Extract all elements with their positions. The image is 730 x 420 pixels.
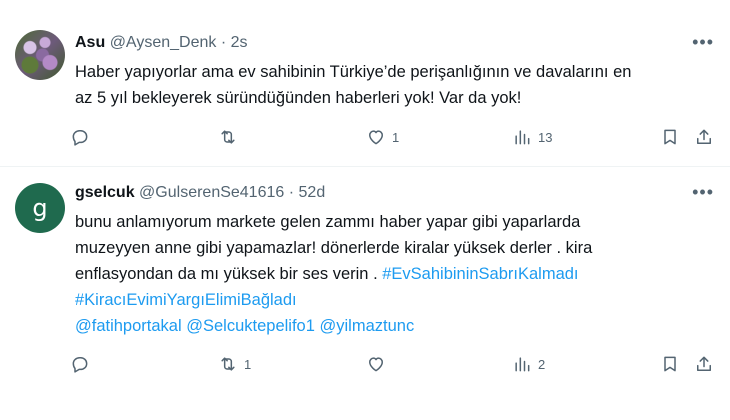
timestamp[interactable]: 2s [231,34,248,51]
tweet-text: bunu anlamıyorum markete gelen zammı hab… [75,209,715,339]
tweet-text-line: @fatihportakal @Selcuktepelifo1 @yilmazt… [75,313,715,339]
bookmark-icon [664,356,676,372]
avatar[interactable] [15,30,65,80]
retweet-count: 1 [244,356,252,372]
tweet-text-line: #KiracıEvimiYargıElimiBağladı [75,287,715,313]
tweet-text-line: bunu anlamıyorum markete gelen zammı hab… [75,213,581,231]
avatar-letter: g [15,183,65,233]
retweet-button[interactable]: 1 [218,354,251,374]
share-icon [697,129,711,144]
reply-button[interactable] [70,127,96,147]
avatar[interactable]: g [15,183,65,233]
reply-button[interactable] [70,354,96,374]
share-button[interactable] [694,127,714,147]
tweet-header: gselcuk @GulserenSe41616 · 52d [75,184,325,202]
mention-link[interactable]: @Selcuktepelifo1 [186,317,315,335]
tweet-text-line: enflasyondan da mı yüksek bir ses verin … [75,261,715,287]
share-icon [697,356,711,371]
like-button[interactable] [366,354,392,374]
hashtag-link[interactable]: #EvSahibininSabrıKalmadı [382,265,578,283]
tweet[interactable]: Asu @Aysen_Denk · 2s ••• Haber yapıyorla… [0,0,730,166]
user-handle[interactable]: @GulserenSe41616 [139,184,284,201]
more-icon[interactable]: ••• [692,32,714,53]
display-name[interactable]: gselcuk [75,184,135,201]
like-count: 1 [392,129,400,145]
views-button[interactable]: 13 [512,127,552,147]
bookmark-icon [664,129,676,145]
views-icon [515,357,530,372]
separator: · [220,34,227,51]
retweet-icon [221,130,235,144]
more-icon[interactable]: ••• [692,182,714,203]
timestamp[interactable]: 52d [299,184,326,201]
reply-icon [72,130,88,146]
like-icon [369,130,383,145]
tweet-text-line: Haber yapıyorlar ama ev sahibinin Türkiy… [75,63,632,81]
like-button[interactable]: 1 [366,127,399,147]
share-button[interactable] [694,354,714,374]
action-bar: 1 2 [70,354,725,378]
mention-link[interactable]: @yilmaztunc [320,317,415,335]
user-handle[interactable]: @Aysen_Denk [110,34,217,51]
like-icon [369,357,383,372]
bookmark-button[interactable] [660,127,680,147]
tweet-text: Haber yapıyorlar ama ev sahibinin Türkiy… [75,59,715,111]
retweet-icon [221,357,235,371]
action-bar: 1 13 [70,127,725,151]
display-name[interactable]: Asu [75,34,105,51]
separator: · [288,184,295,201]
views-icon [515,130,530,145]
views-count: 13 [538,129,553,145]
avatar-photo [15,30,65,80]
reply-icon [72,357,88,373]
mention-link[interactable]: @fatihportakal [75,317,182,335]
views-count: 2 [538,356,546,372]
retweet-button[interactable] [218,127,244,147]
tweet-text-segment: enflasyondan da mı yüksek bir ses verin … [75,265,383,283]
hashtag-link[interactable]: #KiracıEvimiYargıElimiBağladı [75,291,297,309]
views-button[interactable]: 2 [512,354,545,374]
tweet-text-line: az 5 yıl bekleyerek süründüğünden haberl… [75,89,522,107]
bookmark-button[interactable] [660,354,680,374]
tweet-text-line: muzeyyen anne gibi yapamazlar! dönerlerd… [75,239,593,257]
divider [0,166,730,167]
tweet-header: Asu @Aysen_Denk · 2s [75,34,248,52]
